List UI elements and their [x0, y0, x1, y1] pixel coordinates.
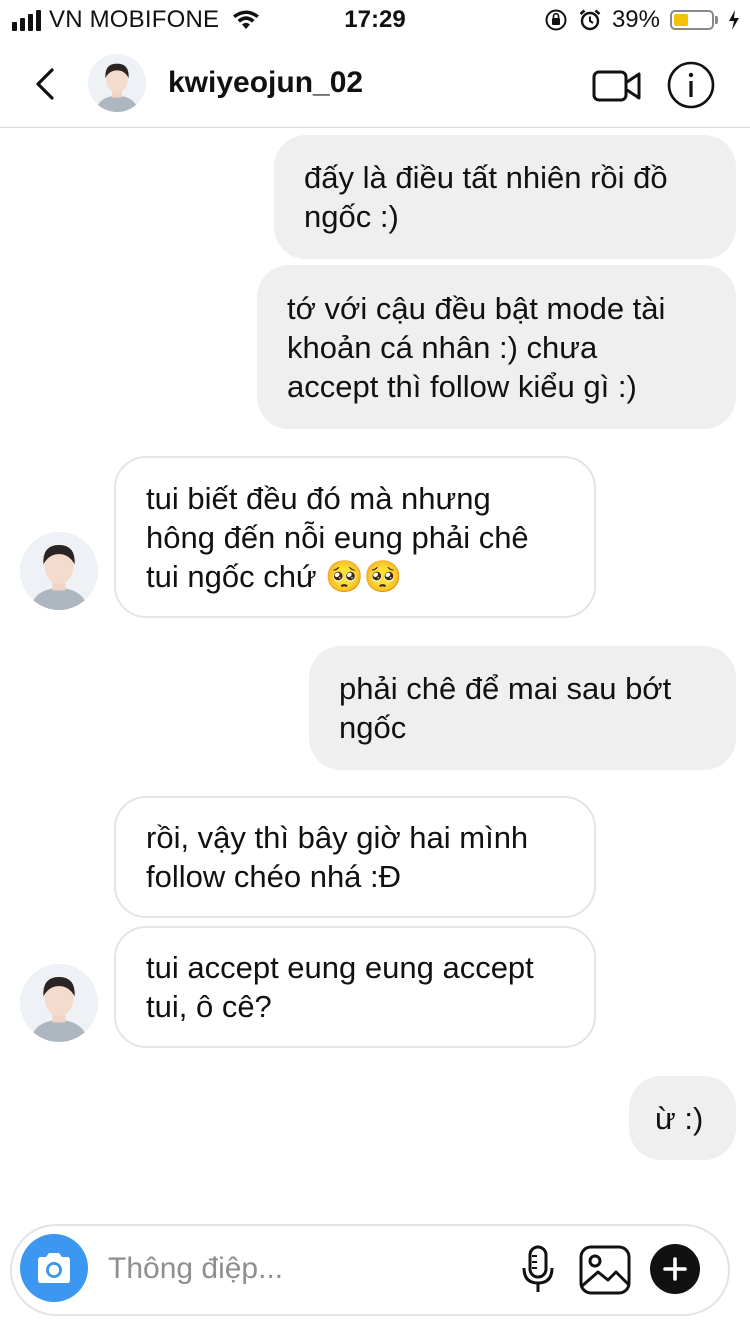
add-button[interactable] — [650, 1244, 700, 1294]
status-right: 39% — [544, 6, 740, 34]
charging-icon — [729, 10, 739, 30]
message-bubble-outgoing[interactable]: đấy là điều tất nhiên rồi đồ ngốc :) — [274, 135, 736, 259]
message-input[interactable] — [106, 1240, 510, 1298]
gallery-icon[interactable] — [578, 1244, 632, 1296]
chat-header: kwiyeojun_02 — [0, 44, 750, 128]
message-bubble-outgoing[interactable]: ừ :) — [629, 1076, 736, 1160]
chat-screen: VN MOBIFONE 17:29 39% kwiyeojun_02 đấy l… — [0, 0, 750, 1334]
battery-icon — [670, 10, 718, 30]
microphone-icon[interactable] — [518, 1244, 558, 1296]
message-bubble-incoming[interactable]: rồi, vậy thì bây giờ hai mình follow ché… — [114, 796, 596, 918]
message-bubble-incoming[interactable]: tui accept eung eung accept tui, ô cê? — [114, 926, 596, 1048]
status-bar: VN MOBIFONE 17:29 39% — [0, 0, 750, 44]
sender-avatar[interactable] — [20, 532, 98, 610]
contact-avatar[interactable] — [88, 54, 146, 112]
avatar-image — [88, 54, 146, 112]
info-icon[interactable] — [666, 60, 716, 110]
back-arrow-icon[interactable] — [28, 64, 64, 104]
message-bubble-outgoing[interactable]: tớ với cậu đều bật mode tài khoản cá nhâ… — [257, 265, 736, 429]
message-composer — [10, 1224, 730, 1316]
contact-username[interactable]: kwiyeojun_02 — [168, 66, 363, 100]
camera-button[interactable] — [20, 1234, 88, 1302]
message-bubble-outgoing[interactable]: phải chê để mai sau bớt ngốc — [309, 646, 736, 770]
plus-icon — [663, 1257, 687, 1281]
orientation-lock-icon — [545, 9, 567, 31]
battery-level — [674, 14, 689, 26]
message-bubble-incoming[interactable]: tui biết đều đó mà nhưng hông đến nỗi eu… — [114, 456, 596, 618]
sender-avatar[interactable] — [20, 964, 98, 1042]
battery-percent: 39% — [611, 6, 660, 33]
camera-icon — [38, 1253, 70, 1283]
video-call-icon[interactable] — [592, 66, 642, 106]
alarm-icon — [579, 9, 601, 31]
